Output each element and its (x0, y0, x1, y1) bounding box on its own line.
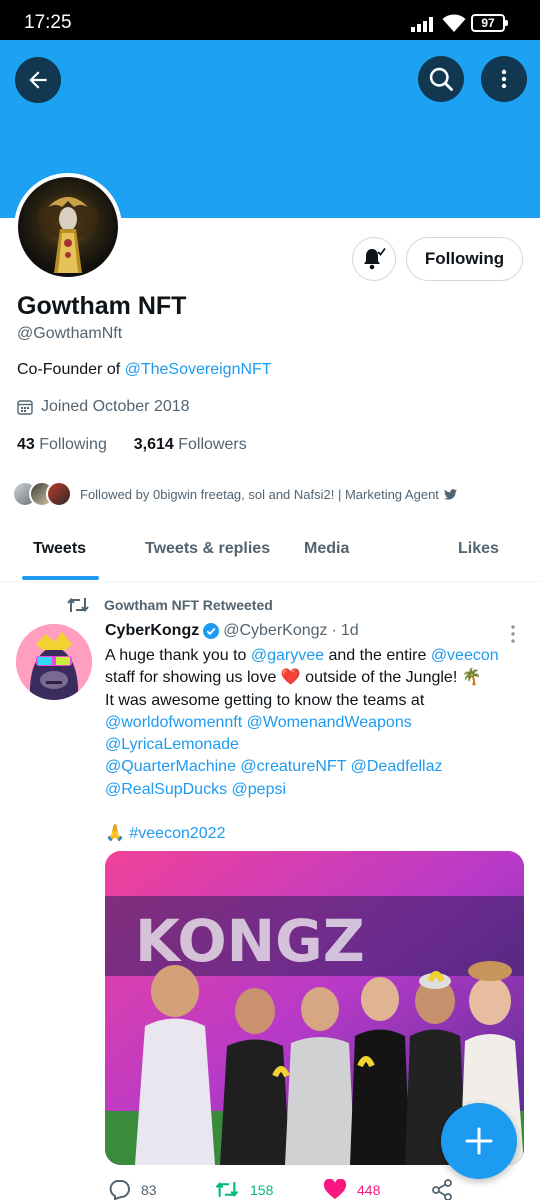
heart-icon (323, 1179, 347, 1199)
calendar-icon (17, 400, 33, 415)
retweet-icon (67, 597, 89, 613)
followed-by-row[interactable]: Followed by 0bigwin freetag, sol and Naf… (12, 477, 457, 511)
avatar-image (18, 177, 118, 277)
mention-link[interactable]: @veecon (431, 647, 499, 664)
retweet-icon (215, 1182, 239, 1197)
compose-tweet-button[interactable] (441, 1103, 517, 1179)
tab-tweets-replies[interactable]: Tweets & replies (145, 540, 270, 558)
tweet-more-icon[interactable] (508, 624, 518, 644)
profile-tabs: Tweets Tweets & replies Media Likes (0, 520, 540, 582)
active-tab-indicator (22, 576, 99, 580)
plus-icon (465, 1127, 493, 1155)
tab-likes[interactable]: Likes (458, 540, 499, 558)
bio-mention-link[interactable]: @TheSovereignNFT (125, 361, 272, 378)
arrow-left-icon (29, 71, 47, 89)
like-count: 448 (357, 1181, 381, 1198)
mention-link[interactable]: @worldofwomennft (105, 714, 242, 731)
following-link[interactable]: 43 Following (17, 436, 107, 453)
tweet-header: CyberKongz @CyberKongz · 1d (105, 622, 359, 640)
following-button[interactable]: Following (406, 237, 523, 281)
status-bar: 17:25 97 (0, 0, 540, 40)
profile-avatar[interactable] (14, 173, 122, 281)
more-options-button[interactable] (481, 56, 527, 102)
retweet-context-text: Gowtham NFT Retweeted (104, 597, 273, 613)
followers-label: Followers (178, 436, 247, 453)
search-icon (429, 67, 453, 91)
tweet-actions: 83 158 448 (0, 1176, 540, 1200)
search-button[interactable] (418, 56, 464, 102)
more-vertical-icon (501, 69, 507, 89)
tweet-text-part: outside of the Jungle! (300, 669, 462, 687)
tweet-text-part: and the entire (324, 647, 431, 664)
followed-by-text: Followed by 0bigwin freetag, sol and Naf… (80, 486, 439, 502)
share-button[interactable] (430, 1179, 454, 1200)
following-count: 43 (17, 436, 35, 453)
status-time: 17:25 (24, 12, 72, 33)
mention-link[interactable]: @pepsi (232, 781, 287, 798)
tweet-text-part: A huge thank you to (105, 647, 251, 664)
hashtag-link[interactable]: #veecon2022 (129, 825, 225, 842)
joined-date: Joined October 2018 (17, 398, 190, 416)
like-button[interactable]: 448 (323, 1179, 380, 1200)
reply-icon (109, 1180, 130, 1200)
notifications-button[interactable] (352, 237, 396, 281)
battery-icon: 97 (471, 14, 508, 32)
mention-link[interactable]: @creatureNFT (240, 758, 346, 775)
retweet-button[interactable]: 158 (214, 1179, 273, 1200)
pray-emoji: 🙏 (105, 825, 125, 843)
following-label: Following (39, 436, 107, 453)
share-icon (432, 1179, 452, 1200)
retweet-context: Gowtham NFT Retweeted (66, 595, 273, 615)
retweet-count: 158 (250, 1181, 274, 1198)
tweet-text: A huge thank you to @garyvee and the ent… (105, 645, 525, 846)
followers-link[interactable]: 3,614 Followers (134, 436, 247, 453)
wifi-icon (442, 14, 466, 32)
tab-media[interactable]: Media (304, 540, 349, 558)
reply-button[interactable]: 83 (107, 1179, 157, 1200)
mention-link[interactable]: @QuarterMachine (105, 758, 236, 775)
tweet-time[interactable]: 1d (341, 622, 359, 640)
tweet-author-avatar[interactable] (16, 624, 92, 700)
svg-text:KONGZ: KONGZ (135, 907, 365, 975)
tweet-text-part: It was awesome getting to know the teams… (105, 691, 425, 709)
verified-badge-icon (203, 623, 220, 639)
back-button[interactable] (15, 57, 61, 103)
bio-text: Co-Founder of (17, 361, 125, 378)
signal-icon (411, 16, 437, 32)
tweet-author-name[interactable]: CyberKongz (105, 622, 199, 640)
profile-bio: Co-Founder of @TheSovereignNFT (17, 361, 272, 379)
mention-link[interactable]: @LyricaLemonade (105, 736, 239, 753)
profile-handle: @GowthamNft (17, 325, 123, 342)
mention-link[interactable]: @WomenandWeapons (247, 714, 412, 731)
bell-check-icon (364, 247, 386, 270)
heart-emoji: ❤️ (280, 669, 301, 687)
tweet-separator: · (331, 622, 337, 639)
reply-count: 83 (141, 1181, 157, 1198)
mention-link[interactable]: @garyvee (251, 647, 324, 664)
twitter-bird-icon (443, 488, 457, 500)
follower-avatar (46, 481, 72, 507)
tab-tweets[interactable]: Tweets (33, 540, 86, 558)
profile-name: Gowtham NFT (17, 292, 187, 320)
followers-count: 3,614 (133, 436, 174, 453)
mention-link[interactable]: @Deadfellaz (351, 758, 443, 775)
tweet-author-handle[interactable]: @CyberKongz (223, 622, 327, 640)
tweet-text-part: staff for showing us love (105, 669, 277, 687)
joined-text: Joined October 2018 (41, 398, 190, 415)
follow-counts: 43 Following 3,614 Followers (17, 436, 247, 454)
mention-link[interactable]: @RealSupDucks (105, 781, 227, 798)
palm-tree-emoji: 🌴 (461, 669, 482, 687)
